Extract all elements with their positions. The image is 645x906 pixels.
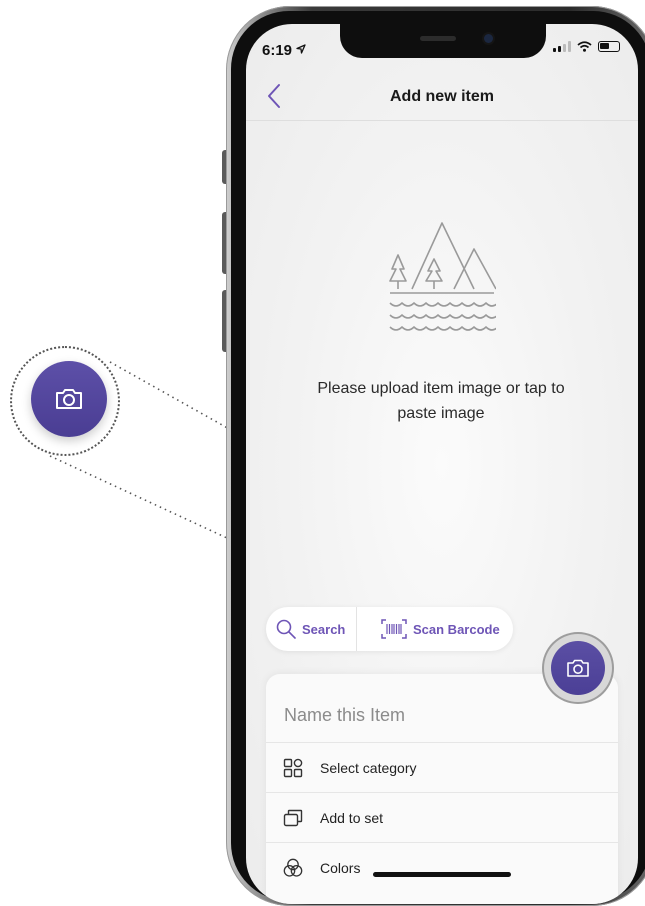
search-button[interactable]: Search xyxy=(266,607,357,651)
status-icons xyxy=(553,41,620,52)
scan-barcode-button[interactable]: Scan Barcode xyxy=(357,607,510,651)
barcode-icon xyxy=(381,619,407,639)
home-indicator xyxy=(373,872,511,877)
front-camera xyxy=(484,34,493,43)
camera-icon xyxy=(567,659,589,677)
colors-row[interactable]: Colors xyxy=(266,842,618,893)
battery-icon xyxy=(598,41,620,52)
status-time: 6:19 xyxy=(262,42,306,59)
search-icon xyxy=(276,619,296,639)
add-to-set-label: Add to set xyxy=(320,810,384,826)
camera-icon xyxy=(56,389,82,409)
speaker-grille xyxy=(420,36,456,41)
mountains-landscape-icon xyxy=(389,222,496,331)
item-details-sheet: Select category Add to set Colors xyxy=(266,674,618,904)
search-label: Search xyxy=(302,621,346,637)
location-arrow-icon xyxy=(296,44,306,54)
item-name-input[interactable] xyxy=(282,704,606,727)
colors-icon xyxy=(282,857,304,879)
add-to-set-row[interactable]: Add to set xyxy=(266,792,618,843)
grid-icon xyxy=(282,757,304,779)
notch xyxy=(340,24,546,58)
select-category-label: Select category xyxy=(320,760,417,776)
set-icon xyxy=(282,807,304,829)
nav-divider xyxy=(246,120,638,121)
select-category-row[interactable]: Select category xyxy=(266,742,618,793)
app-screen: 6:19 Add new item Please upload item ima… xyxy=(246,24,638,904)
colors-label: Colors xyxy=(320,860,361,876)
scan-barcode-label: Scan Barcode xyxy=(413,621,500,637)
page-title: Add new item xyxy=(389,88,494,105)
wifi-icon xyxy=(577,41,592,52)
signal-icon xyxy=(553,41,571,52)
upload-hint[interactable]: Please upload item image or tap to paste… xyxy=(306,376,576,426)
camera-button[interactable] xyxy=(551,641,605,695)
search-pill: Search Scan Barcode xyxy=(266,607,513,651)
zoom-camera-button xyxy=(31,361,107,437)
